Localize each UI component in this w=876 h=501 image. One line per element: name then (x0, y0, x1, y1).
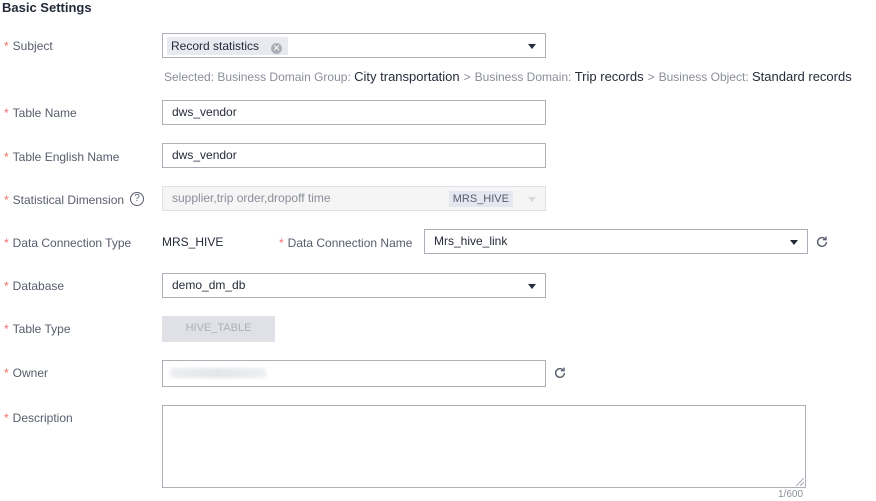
path-value-group: City transportation (354, 69, 460, 84)
table-name-label: * Table Name (4, 105, 77, 121)
data-connection-name-label: * Data Connection Name (279, 235, 412, 251)
subject-select[interactable]: Record statistics ✕ (162, 33, 546, 58)
statistical-dimension-select: supplier,trip order,dropoff time MRS_HIV… (162, 186, 546, 211)
database-select[interactable]: demo_dm_db (162, 273, 546, 298)
table-name-input[interactable]: dws_vendor (162, 100, 546, 125)
owner-label-text: Owner (12, 366, 49, 380)
clear-icon[interactable]: ✕ (271, 43, 283, 54)
subject-chip-label: Record statistics (171, 39, 260, 53)
dimension-tag: MRS_HIVE (448, 191, 513, 207)
data-connection-name-select[interactable]: Mrs_hive_link (424, 229, 808, 254)
required-mark: * (4, 193, 9, 207)
data-connection-name-label-text: Data Connection Name (287, 236, 413, 250)
table-english-name-input[interactable]: dws_vendor (162, 143, 546, 168)
data-connection-name-value: Mrs_hive_link (434, 234, 508, 248)
chevron-down-icon (528, 197, 536, 202)
selected-prefix: Selected: (164, 70, 215, 84)
table-type-label-text: Table Type (12, 322, 71, 336)
subject-chip: Record statistics ✕ (167, 37, 289, 55)
refresh-icon[interactable] (553, 366, 567, 380)
subject-label: * Subject (4, 38, 53, 54)
chevron-down-icon[interactable] (790, 240, 798, 245)
path-value-object: Standard records (752, 69, 852, 84)
description-label: * Description (4, 410, 73, 426)
table-name-label-text: Table Name (12, 106, 77, 120)
help-icon[interactable]: ? (130, 192, 144, 206)
required-mark: * (4, 150, 9, 164)
owner-redacted-value (170, 368, 266, 378)
path-key-group: Business Domain Group: (217, 70, 351, 84)
description-label-text: Description (12, 411, 73, 425)
owner-label: * Owner (4, 365, 48, 381)
required-mark: * (279, 236, 284, 250)
statistical-dimension-value: supplier,trip order,dropoff time (172, 191, 331, 205)
path-key-object: Business Object: (658, 70, 749, 84)
description-textarea[interactable] (162, 405, 806, 488)
required-mark: * (4, 279, 9, 293)
required-mark: * (4, 366, 9, 380)
selected-path: Selected: Business Domain Group: City tr… (164, 69, 852, 85)
chevron-down-icon[interactable] (528, 44, 536, 49)
chevron-down-icon[interactable] (528, 284, 536, 289)
path-value-domain: Trip records (574, 69, 644, 84)
path-separator: > (647, 70, 655, 84)
resize-handle-icon[interactable] (796, 478, 804, 486)
database-value: demo_dm_db (172, 278, 246, 292)
required-mark: * (4, 106, 9, 120)
database-label-text: Database (12, 279, 65, 293)
section-title: Basic Settings (2, 0, 92, 15)
description-wrapper (162, 405, 806, 488)
data-connection-type-label: * Data Connection Type (4, 235, 131, 251)
refresh-icon[interactable] (815, 235, 829, 249)
table-english-name-label-text: Table English Name (12, 150, 120, 164)
data-connection-type-label-text: Data Connection Type (12, 236, 132, 250)
owner-input[interactable] (162, 360, 546, 387)
path-key-domain: Business Domain: (474, 70, 572, 84)
statistical-dimension-label: * Statistical Dimension (4, 192, 124, 208)
required-mark: * (4, 411, 9, 425)
description-counter: 1/600 (778, 489, 804, 500)
table-english-name-label: * Table English Name (4, 149, 119, 165)
subject-label-text: Subject (12, 39, 53, 53)
database-label: * Database (4, 278, 64, 294)
path-separator: > (463, 70, 471, 84)
statistical-dimension-label-text: Statistical Dimension (12, 193, 125, 207)
required-mark: * (4, 322, 9, 336)
required-mark: * (4, 39, 9, 53)
required-mark: * (4, 236, 9, 250)
data-connection-type-value: MRS_HIVE (162, 235, 224, 249)
table-type-button: HIVE_TABLE (162, 316, 275, 342)
table-type-label: * Table Type (4, 321, 71, 337)
